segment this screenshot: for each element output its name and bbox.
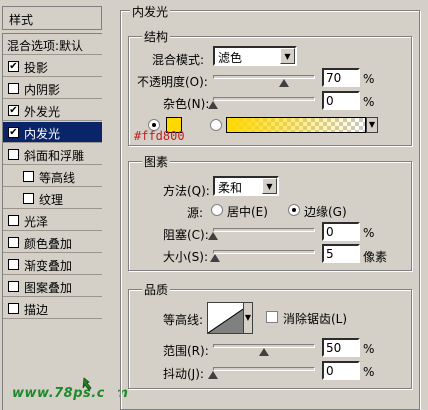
choke-slider[interactable] (213, 228, 315, 232)
styles-header-label: 样式 (9, 13, 34, 27)
panel-divider (104, 0, 118, 410)
style-checkbox[interactable]: ✔ (8, 105, 19, 116)
size-slider-thumb[interactable] (210, 254, 221, 262)
range-input[interactable]: 50 (322, 338, 360, 357)
opacity-slider[interactable] (213, 75, 315, 79)
source-center-label: 居中(E) (227, 205, 268, 219)
styles-header[interactable]: 样式 (2, 6, 102, 30)
jitter-label: 抖动(J): (163, 367, 204, 381)
chevron-down-icon: ▼ (280, 48, 295, 64)
style-item-label: 等高线 (39, 171, 76, 185)
style-item-label: 斜面和浮雕 (24, 149, 85, 163)
opacity-slider-thumb[interactable] (279, 79, 290, 87)
style-item-label: 光泽 (24, 215, 49, 229)
style-checkbox[interactable] (23, 193, 34, 204)
blend-mode-select[interactable]: 滤色 ▼ (213, 46, 297, 66)
style-checkbox[interactable] (23, 171, 34, 182)
style-item[interactable]: 颜色叠加 (3, 232, 102, 253)
style-item[interactable]: 斜面和浮雕 (3, 144, 102, 165)
jitter-slider-thumb[interactable] (208, 371, 218, 379)
elements-title: 图素 (142, 153, 171, 170)
gradient-chevron-down-icon[interactable]: ▼ (366, 117, 378, 133)
style-item[interactable]: 纹理 (3, 188, 102, 209)
style-item-label: 混合选项:默认 (7, 39, 84, 53)
style-item-label: 内阴影 (24, 83, 61, 97)
style-item[interactable]: 内阴影 (3, 78, 102, 99)
gradient-radio[interactable] (210, 119, 222, 131)
style-checkbox[interactable] (8, 149, 19, 160)
opacity-label: 不透明度(O): (137, 75, 208, 89)
choke-input[interactable]: 0 (322, 222, 360, 241)
noise-label: 杂色(N): (163, 97, 210, 111)
noise-slider-thumb[interactable] (208, 101, 218, 109)
size-label: 大小(S): (163, 250, 209, 264)
style-item-label: 纹理 (39, 193, 64, 207)
noise-unit: % (363, 95, 375, 109)
style-checkbox[interactable]: ✔ (8, 127, 19, 138)
range-label: 范围(R): (163, 344, 209, 358)
styles-panel: 样式 混合选项:默认 ✔ 投影内阴影 ✔ 外发光 ✔ 内发光斜面和浮雕等高线纹理光泽颜色叠加… (0, 0, 128, 410)
choke-slider-thumb[interactable] (208, 232, 218, 240)
glow-gradient-preview[interactable] (226, 117, 366, 133)
style-item-label: 颜色叠加 (24, 237, 73, 251)
antialias-checkbox[interactable] (266, 311, 278, 323)
style-checkbox[interactable]: ✔ (8, 61, 19, 72)
blend-mode-value: 滤色 (218, 51, 243, 65)
contour-label: 等高线: (163, 313, 204, 327)
style-item-label: 图案叠加 (24, 281, 73, 295)
style-checkbox[interactable] (8, 259, 19, 270)
structure-title: 结构 (142, 28, 171, 45)
style-item[interactable]: 图案叠加 (3, 276, 102, 297)
color-hex-annotation: #ffd800 (134, 129, 185, 143)
style-item-label: 内发光 (24, 127, 61, 141)
contour-chevron-down-icon[interactable]: ▼ (243, 302, 253, 334)
antialias-label: 消除锯齿(L) (283, 312, 348, 326)
style-checkbox[interactable] (8, 83, 19, 94)
style-item[interactable]: 光泽 (3, 210, 102, 231)
inner-glow-title: 内发光 (130, 3, 171, 20)
blend-mode-label: 混合模式: (152, 53, 205, 67)
method-value: 柔和 (218, 181, 243, 195)
style-item[interactable]: 渐变叠加 (3, 254, 102, 275)
style-item[interactable]: 描边 (3, 298, 102, 319)
range-unit: % (363, 342, 375, 356)
mouse-icon (82, 377, 92, 391)
source-center-radio[interactable] (211, 204, 223, 216)
style-item-label: 外发光 (24, 105, 61, 119)
method-select[interactable]: 柔和 ▼ (213, 176, 279, 196)
style-item[interactable]: ✔ 内发光 (3, 122, 102, 143)
source-edge-radio[interactable] (288, 204, 300, 216)
style-item[interactable]: 等高线 (3, 166, 102, 187)
quality-title: 品质 (142, 281, 171, 298)
method-label: 方法(Q): (163, 184, 210, 198)
style-checkbox[interactable] (8, 237, 19, 248)
choke-unit: % (363, 226, 375, 240)
style-item-label: 描边 (24, 303, 49, 317)
style-item[interactable]: ✔ 投影 (3, 56, 102, 77)
style-item-label: 投影 (24, 61, 49, 75)
jitter-slider[interactable] (213, 367, 315, 371)
jitter-input[interactable]: 0 (322, 361, 360, 380)
chevron-down-icon: ▼ (262, 178, 277, 194)
size-slider[interactable] (213, 250, 315, 254)
style-checkbox[interactable] (8, 303, 19, 314)
source-edge-label: 边缘(G) (304, 205, 347, 219)
style-item-label: 渐变叠加 (24, 259, 73, 273)
range-slider-thumb[interactable] (259, 348, 269, 356)
opacity-unit: % (363, 72, 375, 86)
style-checkbox[interactable] (8, 281, 19, 292)
noise-slider[interactable] (213, 97, 315, 101)
style-item[interactable]: 混合选项:默认 (3, 34, 102, 55)
styles-list: 混合选项:默认 ✔ 投影内阴影 ✔ 外发光 ✔ 内发光斜面和浮雕等高线纹理光泽颜色叠加渐变叠… (2, 33, 102, 410)
size-input[interactable]: 5 (322, 244, 360, 263)
opacity-input[interactable]: 70 (322, 68, 360, 87)
choke-label: 阻塞(C): (163, 228, 209, 242)
noise-input[interactable]: 0 (322, 91, 360, 110)
style-item[interactable]: ✔ 外发光 (3, 100, 102, 121)
jitter-unit: % (363, 365, 375, 379)
source-label: 源: (187, 206, 204, 220)
size-unit: 像素 (363, 250, 388, 264)
style-checkbox[interactable] (8, 215, 19, 226)
